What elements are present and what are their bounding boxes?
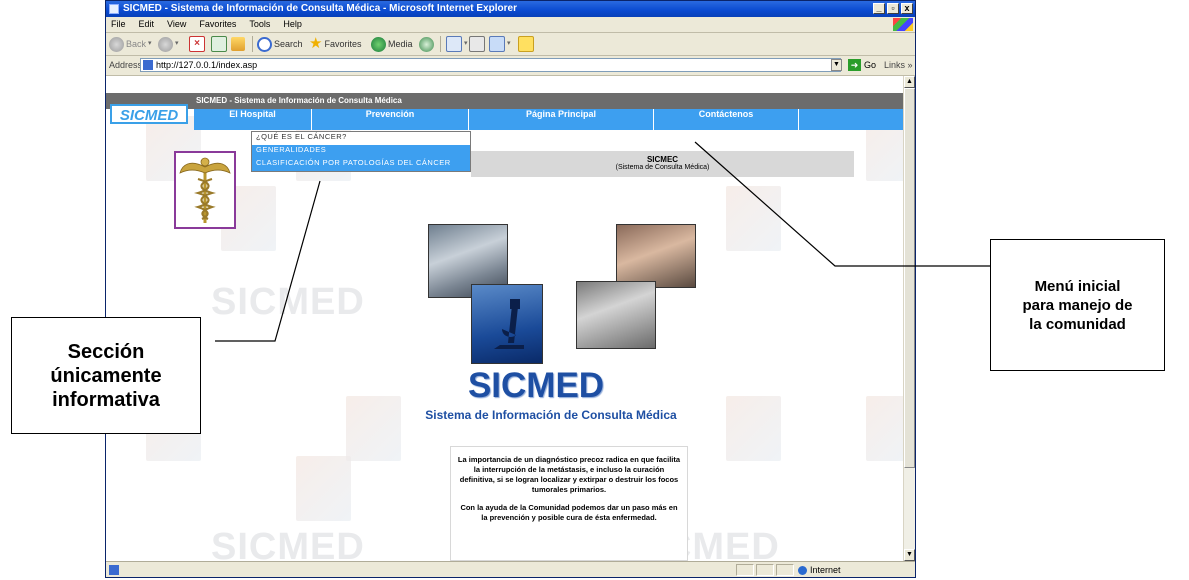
annotation-line-left — [215, 180, 321, 342]
callout-right-text: Menú inicial para manejo de la comunidad — [1022, 277, 1133, 333]
callout-left: Sección únicamente informativa — [11, 317, 201, 434]
annotation-line-right — [694, 141, 990, 267]
callout-left-text: Sección únicamente informativa — [50, 340, 162, 411]
callout-right: Menú inicial para manejo de la comunidad — [990, 239, 1165, 371]
